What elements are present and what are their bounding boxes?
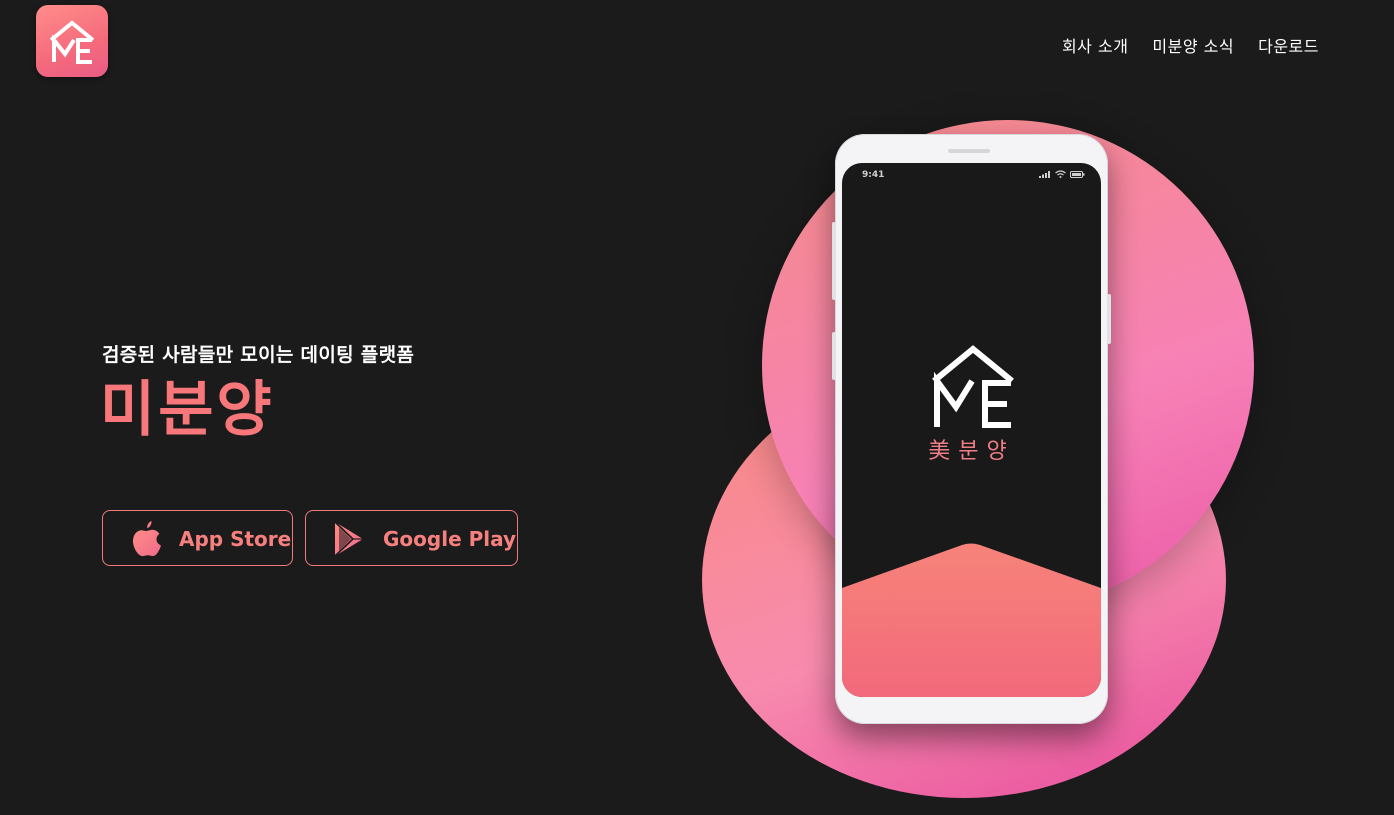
screen-bottom-shape <box>842 543 1101 697</box>
google-play-label: Google Play <box>383 527 517 551</box>
nav-news[interactable]: 미분양 소식 <box>1152 33 1234 57</box>
battery-icon <box>1070 170 1085 178</box>
wifi-icon <box>1055 170 1066 178</box>
app-logo[interactable] <box>36 5 108 77</box>
me-house-logo-icon <box>932 345 1014 428</box>
nav-download[interactable]: 다운로드 <box>1258 33 1319 57</box>
google-play-button[interactable]: Google Play <box>305 510 518 566</box>
screen-brand-name: 美분양 <box>928 439 1015 464</box>
signal-icon <box>1039 170 1050 178</box>
nav-company-intro[interactable]: 회사 소개 <box>1062 33 1128 57</box>
phone-screen: 9:41 美분양 <box>842 163 1101 697</box>
hero-title: 미분양 <box>100 375 275 445</box>
status-icons <box>1039 170 1085 178</box>
google-play-icon <box>334 521 363 557</box>
app-store-button[interactable]: App Store <box>102 510 293 566</box>
phone-speaker <box>948 149 990 153</box>
phone-side-button <box>1107 294 1111 344</box>
apple-icon <box>132 521 161 557</box>
top-nav: 회사 소개 미분양 소식 다운로드 <box>1062 33 1319 57</box>
phone-side-button <box>832 332 836 380</box>
landing-page: 회사 소개 미분양 소식 다운로드 검증된 사람들만 모이는 데이팅 플랫폼 미… <box>0 0 1394 815</box>
app-store-label: App Store <box>179 527 292 551</box>
phone-mockup: 9:41 美분양 <box>832 134 1111 724</box>
status-time: 9:41 <box>862 170 885 180</box>
phone-side-button <box>832 222 836 300</box>
me-house-logo-icon <box>49 20 95 64</box>
hero-tagline: 검증된 사람들만 모이는 데이팅 플랫폼 <box>102 344 415 366</box>
